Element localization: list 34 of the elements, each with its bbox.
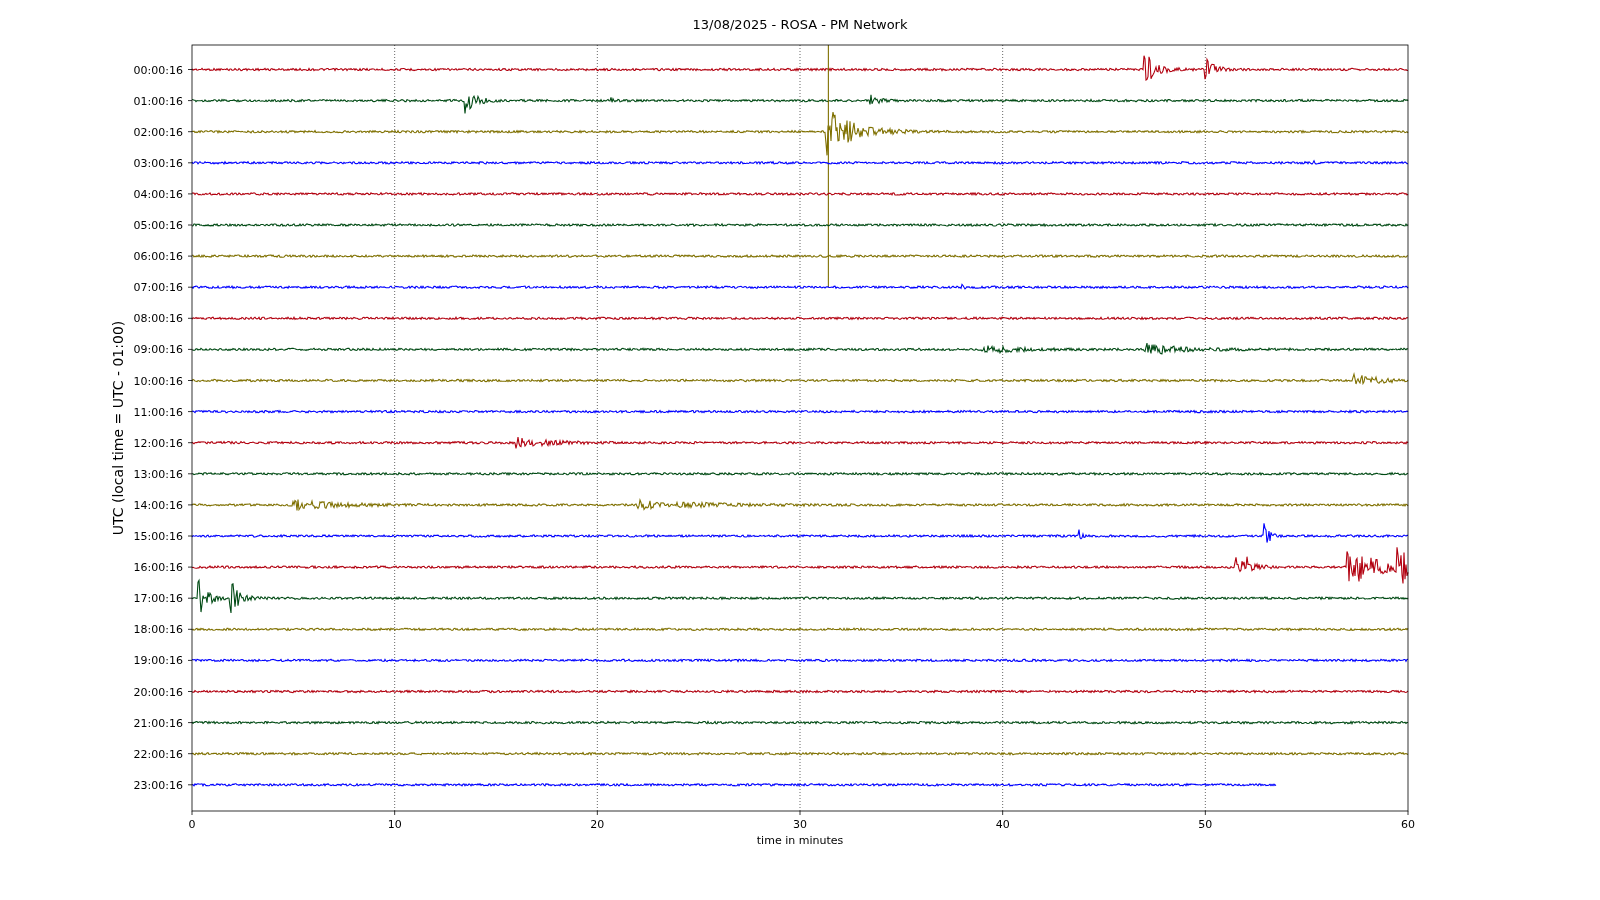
x-tick-label: 40 bbox=[995, 818, 1010, 831]
chart-title: 13/08/2025 - ROSA - PM Network bbox=[692, 17, 908, 32]
y-tick-label: 04:00:16 bbox=[133, 187, 183, 201]
y-tick-label: 11:00:16 bbox=[133, 405, 183, 419]
x-tick-label: 50 bbox=[1198, 818, 1213, 831]
x-tick-label: 30 bbox=[793, 818, 807, 831]
x-tick-label: 0 bbox=[188, 818, 196, 831]
y-tick-label: 00:00:16 bbox=[133, 63, 183, 77]
y-tick-label: 01:00:16 bbox=[133, 94, 183, 108]
y-tick-label: 10:00:16 bbox=[133, 374, 183, 388]
y-tick-label: 06:00:16 bbox=[133, 250, 183, 264]
y-tick-label: 22:00:16 bbox=[133, 747, 183, 761]
y-tick-label: 17:00:16 bbox=[133, 592, 183, 606]
y-axis-label: UTC (local time = UTC - 01:00) bbox=[110, 320, 126, 536]
y-tick-label: 23:00:16 bbox=[133, 778, 183, 792]
x-axis-label: time in minutes bbox=[756, 834, 844, 847]
x-tick-label: 10 bbox=[387, 818, 402, 831]
x-tick-label: 20 bbox=[590, 818, 605, 831]
y-tick-label: 05:00:16 bbox=[133, 219, 183, 232]
y-tick-label: 02:00:16 bbox=[133, 125, 183, 139]
y-tick-label: 08:00:16 bbox=[133, 312, 183, 326]
y-tick-label: 20:00:16 bbox=[133, 685, 183, 699]
y-tick-label: 07:00:16 bbox=[133, 281, 183, 295]
y-tick-label: 13:00:16 bbox=[133, 467, 183, 481]
y-tick-label: 16:00:16 bbox=[133, 561, 183, 575]
y-tick-label: 18:00:16 bbox=[133, 623, 183, 637]
x-tick-label: 60 bbox=[1401, 818, 1415, 831]
y-tick-label: 12:00:16 bbox=[133, 436, 183, 450]
y-tick-label: 15:00:16 bbox=[133, 530, 183, 543]
y-tick-label: 14:00:16 bbox=[133, 498, 183, 512]
y-tick-label: 21:00:16 bbox=[133, 716, 183, 730]
y-tick-label: 19:00:16 bbox=[133, 654, 183, 668]
y-tick-label: 09:00:16 bbox=[133, 343, 183, 357]
y-tick-label: 03:00:16 bbox=[133, 156, 183, 170]
